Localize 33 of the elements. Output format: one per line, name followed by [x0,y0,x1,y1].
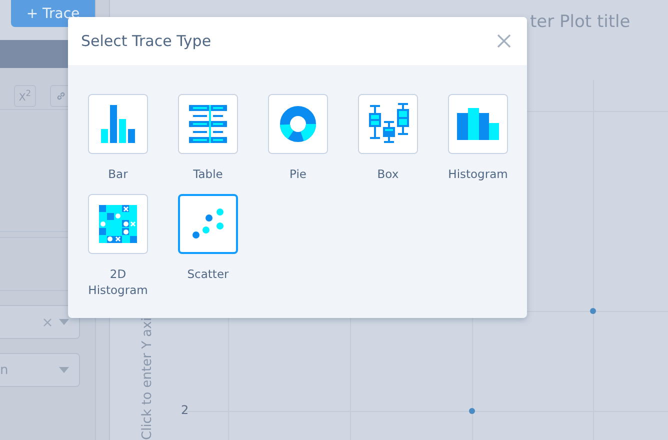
trace-type-label: Box [376,166,400,182]
scatter-plot-icon [192,208,224,240]
tick-label: 2 [181,403,189,417]
plot-title[interactable]: ter Plot title [530,12,630,32]
trace-type-tile[interactable] [88,94,148,154]
y-axis-label[interactable]: Click to enter Y axi [140,318,156,440]
heatmap-icon [99,205,137,243]
trace-type-label: 2D Histogram [87,266,149,298]
close-icon[interactable] [497,34,511,48]
trace-type-label: Bar [107,166,129,182]
table-icon [189,105,227,143]
link-icon [55,90,67,102]
dialog-title: Select Trace Type [81,32,212,50]
trace-type-label: Histogram [447,166,509,182]
data-point [469,408,475,414]
trace-type-label: Table [192,166,224,182]
donut-chart-icon [280,106,316,142]
trace-type-tile[interactable] [448,94,508,154]
data-point [590,308,596,314]
caret-icon [59,367,69,373]
trace-type-tile[interactable] [268,94,328,154]
trace-type-label: Scatter [186,266,230,282]
trace-type-tile[interactable] [358,94,418,154]
dropdown[interactable] [0,305,80,339]
box-plot-icon [367,103,409,145]
bar-chart-icon [101,105,135,143]
trace-type-tile[interactable] [178,194,238,254]
histogram-icon [457,108,499,140]
dropdown[interactable]: n [0,353,80,387]
caret-icon [59,319,69,325]
trace-type-label: Pie [288,166,308,182]
trace-type-tile[interactable] [88,194,148,254]
trace-type-tile[interactable] [178,94,238,154]
